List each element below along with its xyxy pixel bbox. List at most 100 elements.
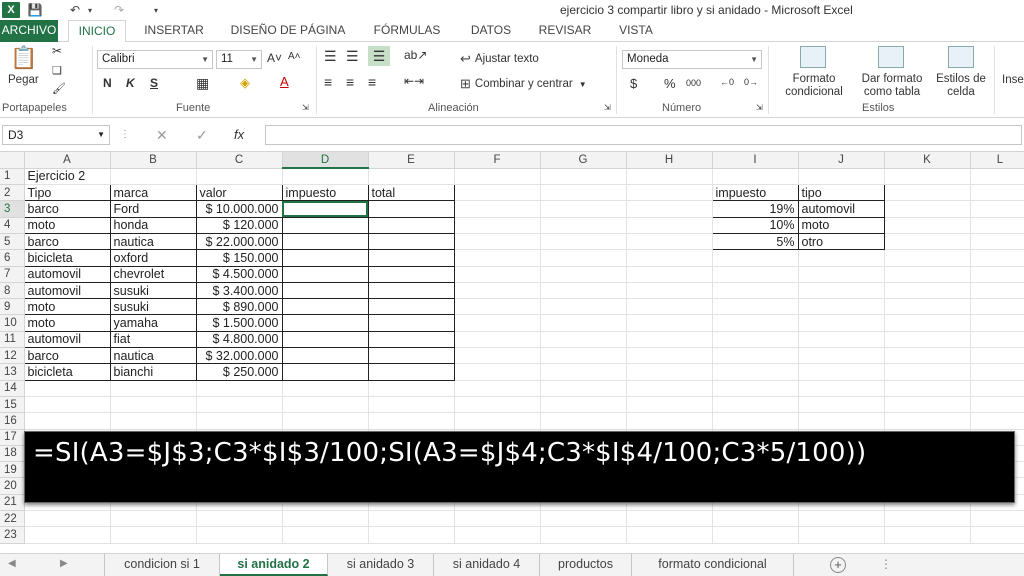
wrap-text-button[interactable]: ↩ Ajustar texto (460, 51, 539, 67)
cell[interactable] (798, 380, 885, 397)
cell[interactable] (196, 380, 283, 397)
row-header[interactable]: 3 (0, 200, 25, 218)
cell[interactable] (454, 314, 541, 332)
copy-icon[interactable]: ❏ (52, 64, 62, 77)
cell[interactable] (367, 347, 455, 365)
font-color-icon[interactable]: A (280, 74, 289, 89)
cell[interactable] (540, 363, 627, 381)
merge-center-button[interactable]: ⊞ Combinar y centrar ▼ (460, 76, 587, 92)
cell[interactable] (712, 363, 799, 381)
cell[interactable]: 19% (711, 200, 799, 218)
cell[interactable] (454, 331, 541, 349)
decrease-decimal-icon[interactable]: 0→ (744, 77, 758, 87)
cell[interactable] (884, 396, 971, 414)
cell[interactable] (712, 266, 799, 283)
cell[interactable] (368, 510, 455, 528)
cell[interactable] (798, 314, 885, 332)
cell[interactable] (798, 249, 885, 267)
cell[interactable] (884, 526, 971, 544)
cell[interactable] (281, 363, 369, 381)
align-top-icon[interactable]: ☰ (324, 48, 337, 65)
tab-datos[interactable]: DATOS (460, 20, 522, 42)
redo-icon[interactable]: ↷ (110, 2, 128, 18)
cell[interactable] (540, 380, 627, 397)
cell[interactable] (712, 380, 799, 397)
row-header[interactable]: 13 (0, 363, 25, 381)
row-header[interactable]: 22 (0, 510, 25, 528)
cell[interactable] (884, 217, 971, 234)
dialog-launcher-icon[interactable]: ⇲ (302, 103, 309, 112)
sheet-tab-formato-condicional[interactable]: formato condicional (632, 554, 794, 576)
cell[interactable] (884, 347, 971, 365)
cell[interactable] (196, 396, 283, 414)
format-painter-icon[interactable]: 🖌 (52, 82, 66, 95)
format-table-icon[interactable] (878, 46, 904, 68)
cell[interactable] (798, 412, 885, 430)
cell[interactable]: oxford (109, 249, 197, 267)
cell[interactable] (626, 347, 713, 365)
font-name-select[interactable]: Calibri ▼ (97, 50, 213, 69)
cell[interactable] (884, 200, 971, 218)
column-header[interactable]: I (712, 152, 799, 169)
cell[interactable] (368, 380, 455, 397)
cell[interactable] (454, 200, 541, 218)
cell[interactable]: susuki (109, 281, 197, 300)
column-header[interactable]: B (110, 152, 197, 169)
tab-inicio[interactable]: INICIO (68, 20, 126, 43)
cell[interactable] (454, 347, 541, 365)
percent-button[interactable]: % (664, 76, 676, 91)
tab-archivo[interactable]: ARCHIVO (0, 20, 58, 42)
cell[interactable]: nautica (109, 347, 197, 365)
save-icon[interactable]: 💾 (26, 2, 44, 18)
thousands-button[interactable]: 000 (686, 78, 701, 88)
column-header[interactable]: J (798, 152, 885, 169)
cell[interactable] (454, 526, 541, 544)
cell[interactable] (970, 184, 1024, 202)
row-header[interactable]: 23 (0, 526, 25, 544)
cell[interactable] (368, 526, 455, 544)
cell[interactable]: nautica (109, 232, 197, 251)
cell[interactable] (798, 510, 885, 528)
cell[interactable]: $ 1.500.000 (195, 314, 283, 332)
cell[interactable] (368, 168, 455, 186)
cell[interactable] (970, 233, 1024, 251)
cell[interactable]: otro (797, 232, 885, 251)
shrink-font-icon[interactable]: A˄ (288, 51, 301, 62)
name-box[interactable]: D3 ▼ (2, 125, 110, 145)
cell[interactable] (110, 380, 197, 397)
cell[interactable] (367, 363, 455, 381)
cell[interactable] (367, 330, 455, 349)
sheet-tab-condicion-si-1[interactable]: condicion si 1 (104, 554, 220, 576)
add-sheet-icon[interactable]: + (830, 557, 846, 573)
cell[interactable] (540, 510, 627, 528)
cell[interactable]: $ 10.000.000 (195, 200, 283, 218)
cell[interactable] (884, 298, 971, 316)
cell[interactable] (110, 526, 197, 544)
cell[interactable] (712, 526, 799, 544)
cell[interactable] (540, 347, 627, 365)
column-header[interactable]: K (884, 152, 971, 169)
align-middle-icon[interactable]: ☰ (346, 48, 359, 65)
cell[interactable] (626, 266, 713, 283)
cell[interactable]: 10% (711, 216, 799, 234)
row-header[interactable]: 8 (0, 282, 25, 300)
row-header[interactable]: 16 (0, 412, 25, 430)
align-left-icon[interactable]: ≡ (324, 74, 332, 90)
cell[interactable] (626, 249, 713, 267)
cell[interactable] (540, 314, 627, 332)
cell[interactable] (368, 412, 455, 430)
cell[interactable] (540, 396, 627, 414)
cell[interactable]: $ 120.000 (195, 216, 283, 234)
cell[interactable] (281, 347, 369, 365)
cell[interactable] (626, 363, 713, 381)
cell[interactable] (454, 282, 541, 300)
cell[interactable] (626, 282, 713, 300)
cell[interactable] (884, 266, 971, 283)
cell[interactable] (712, 168, 799, 186)
cell[interactable] (24, 510, 111, 528)
cell[interactable] (110, 510, 197, 528)
cell[interactable] (970, 412, 1024, 430)
cell[interactable] (454, 412, 541, 430)
sheet-tab-si-anidado-3[interactable]: si anidado 3 (328, 554, 434, 576)
cut-icon[interactable]: ✂ (52, 44, 62, 58)
